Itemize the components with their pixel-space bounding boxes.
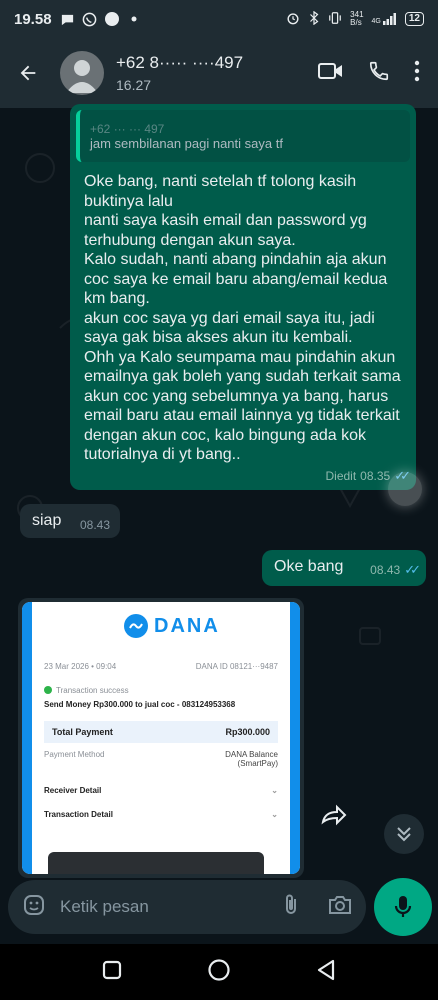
avatar[interactable]	[60, 51, 104, 95]
mic-icon	[394, 896, 412, 917]
circle-notification-icon	[104, 11, 120, 27]
sticker-button[interactable]	[22, 893, 46, 922]
system-nav-bar	[0, 944, 438, 1000]
receipt-date: 23 Mar 2026 • 09:04	[44, 662, 117, 671]
transaction-detail-row: Transaction Detail ⌄	[44, 810, 278, 819]
message-time: 08.43	[370, 563, 401, 577]
message-composer	[8, 880, 366, 934]
receipt-description: Send Money Rp300.000 to jual coc - 08312…	[44, 700, 236, 709]
message-outgoing[interactable]: Oke bang 08.43 ✓✓	[262, 550, 426, 586]
receipt-description-row: Send Money Rp300.000 to jual coc - 08312…	[44, 700, 278, 709]
receipt-status: Transaction success	[56, 686, 129, 695]
message-time: 08.35	[360, 469, 391, 483]
home-icon	[208, 958, 230, 981]
success-check-icon	[44, 686, 52, 694]
message-time: 08.43	[79, 518, 110, 532]
triangle-back-icon	[317, 959, 334, 980]
network-speed: 341 B/s	[350, 10, 364, 27]
message-input[interactable]	[60, 897, 281, 917]
recents-icon	[103, 960, 122, 979]
person-icon	[66, 60, 98, 93]
method-value-group: DANA Balance (SmartPay)	[225, 750, 278, 768]
dana-logo-icon	[124, 614, 148, 638]
method-label: Payment Method	[44, 750, 105, 759]
home-button[interactable]	[207, 958, 231, 987]
quote-text: jam sembilanan pagi nanti saya tf	[90, 136, 283, 151]
touch-indicator	[388, 472, 422, 506]
status-time: 19.58	[14, 10, 52, 28]
whatsapp-notification-icon	[82, 11, 98, 27]
receipt-tx-id: DANA ID 08121···9487	[195, 662, 278, 671]
contact-name: +62 8····· ····497	[116, 53, 244, 72]
dot-icon	[126, 11, 142, 27]
camera-icon	[329, 895, 351, 914]
message-incoming[interactable]: siap 08.43	[20, 504, 120, 538]
chat-header: +62 8····· ····497 16.27	[0, 38, 438, 108]
receiver-detail-row: Receiver Detail ⌄	[44, 786, 278, 795]
contact-subtitle: 16.27	[116, 77, 152, 93]
chevron-double-down-icon	[397, 827, 411, 842]
receipt-header-row: 23 Mar 2026 • 09:04 DANA ID 08121···9487	[44, 662, 278, 671]
dana-brand: DANA	[154, 614, 220, 637]
status-right: 341 B/s 4G 12	[286, 10, 424, 28]
message-text: siap	[32, 512, 62, 529]
image-message[interactable]: DANA 23 Mar 2026 • 09:04 DANA ID 08121··…	[18, 598, 304, 878]
receiver-label: Receiver Detail	[44, 786, 102, 795]
voice-call-button[interactable]	[368, 60, 390, 87]
voice-message-button[interactable]	[374, 878, 432, 936]
edited-label: Diedit	[325, 469, 357, 483]
battery-icon: 12	[404, 12, 424, 26]
message-meta: 08.43 ✓✓	[370, 562, 421, 578]
vibrate-icon	[328, 11, 342, 28]
signal-label: 4G	[371, 18, 381, 25]
scroll-to-bottom-button[interactable]	[384, 814, 424, 854]
dana-logo: DANA	[124, 614, 220, 638]
attach-button[interactable]	[281, 893, 301, 922]
alarm-icon	[286, 11, 300, 28]
more-options-button[interactable]	[414, 60, 420, 87]
phone-icon	[369, 61, 389, 80]
video-call-icon	[318, 62, 342, 79]
total-payment-row: Total Payment Rp300.000	[44, 721, 278, 743]
chat-notification-icon	[60, 11, 76, 27]
bluetooth-icon	[308, 10, 320, 28]
message-text: Oke bang, nanti setelah tf tolong kasih …	[84, 173, 401, 463]
quote-author: +62 ··· ··· 497	[90, 122, 165, 134]
message-outgoing[interactable]: +62 ··· ··· 497 jam sembilanan pagi nant…	[70, 104, 416, 490]
total-value: Rp300.000	[225, 727, 270, 737]
receipt-status-row: Transaction success	[44, 686, 278, 695]
message-text: Oke bang	[274, 558, 344, 575]
arrow-left-icon	[20, 65, 36, 81]
read-ticks-icon: ✓✓	[404, 562, 421, 577]
receipt-card: DANA 23 Mar 2026 • 09:04 DANA ID 08121··…	[32, 602, 290, 874]
receipt-band-right	[290, 602, 300, 874]
signal-icon: 4G	[372, 13, 397, 25]
recents-button[interactable]	[102, 960, 122, 985]
method-value: DANA Balance	[225, 750, 278, 759]
receipt-band-left	[22, 602, 32, 874]
forward-icon	[321, 804, 347, 826]
method-sub: (SmartPay)	[237, 759, 278, 768]
sticker-icon	[24, 894, 44, 915]
receipt-button	[48, 852, 264, 874]
more-vert-icon	[414, 60, 420, 81]
header-actions	[318, 60, 428, 87]
paperclip-icon	[286, 894, 296, 914]
camera-button[interactable]	[327, 894, 353, 921]
chevron-down-icon: ⌄	[271, 810, 278, 819]
quoted-message[interactable]: +62 ··· ··· 497 jam sembilanan pagi nant…	[76, 110, 410, 162]
back-button[interactable]	[10, 55, 46, 91]
payment-method-row: Payment Method DANA Balance (SmartPay)	[44, 750, 278, 768]
status-bar: 19.58 341 B/s 4G 12	[0, 0, 438, 38]
receipt-image[interactable]: DANA 23 Mar 2026 • 09:04 DANA ID 08121··…	[22, 602, 300, 874]
forward-button[interactable]	[316, 796, 354, 834]
composer-actions	[281, 893, 353, 922]
back-nav-button[interactable]	[316, 959, 336, 986]
total-label: Total Payment	[52, 727, 113, 737]
contact-info[interactable]: +62 8····· ····497 16.27	[116, 53, 243, 93]
transaction-label: Transaction Detail	[44, 810, 113, 819]
video-call-button[interactable]	[318, 61, 344, 86]
chevron-down-icon: ⌄	[271, 786, 278, 795]
